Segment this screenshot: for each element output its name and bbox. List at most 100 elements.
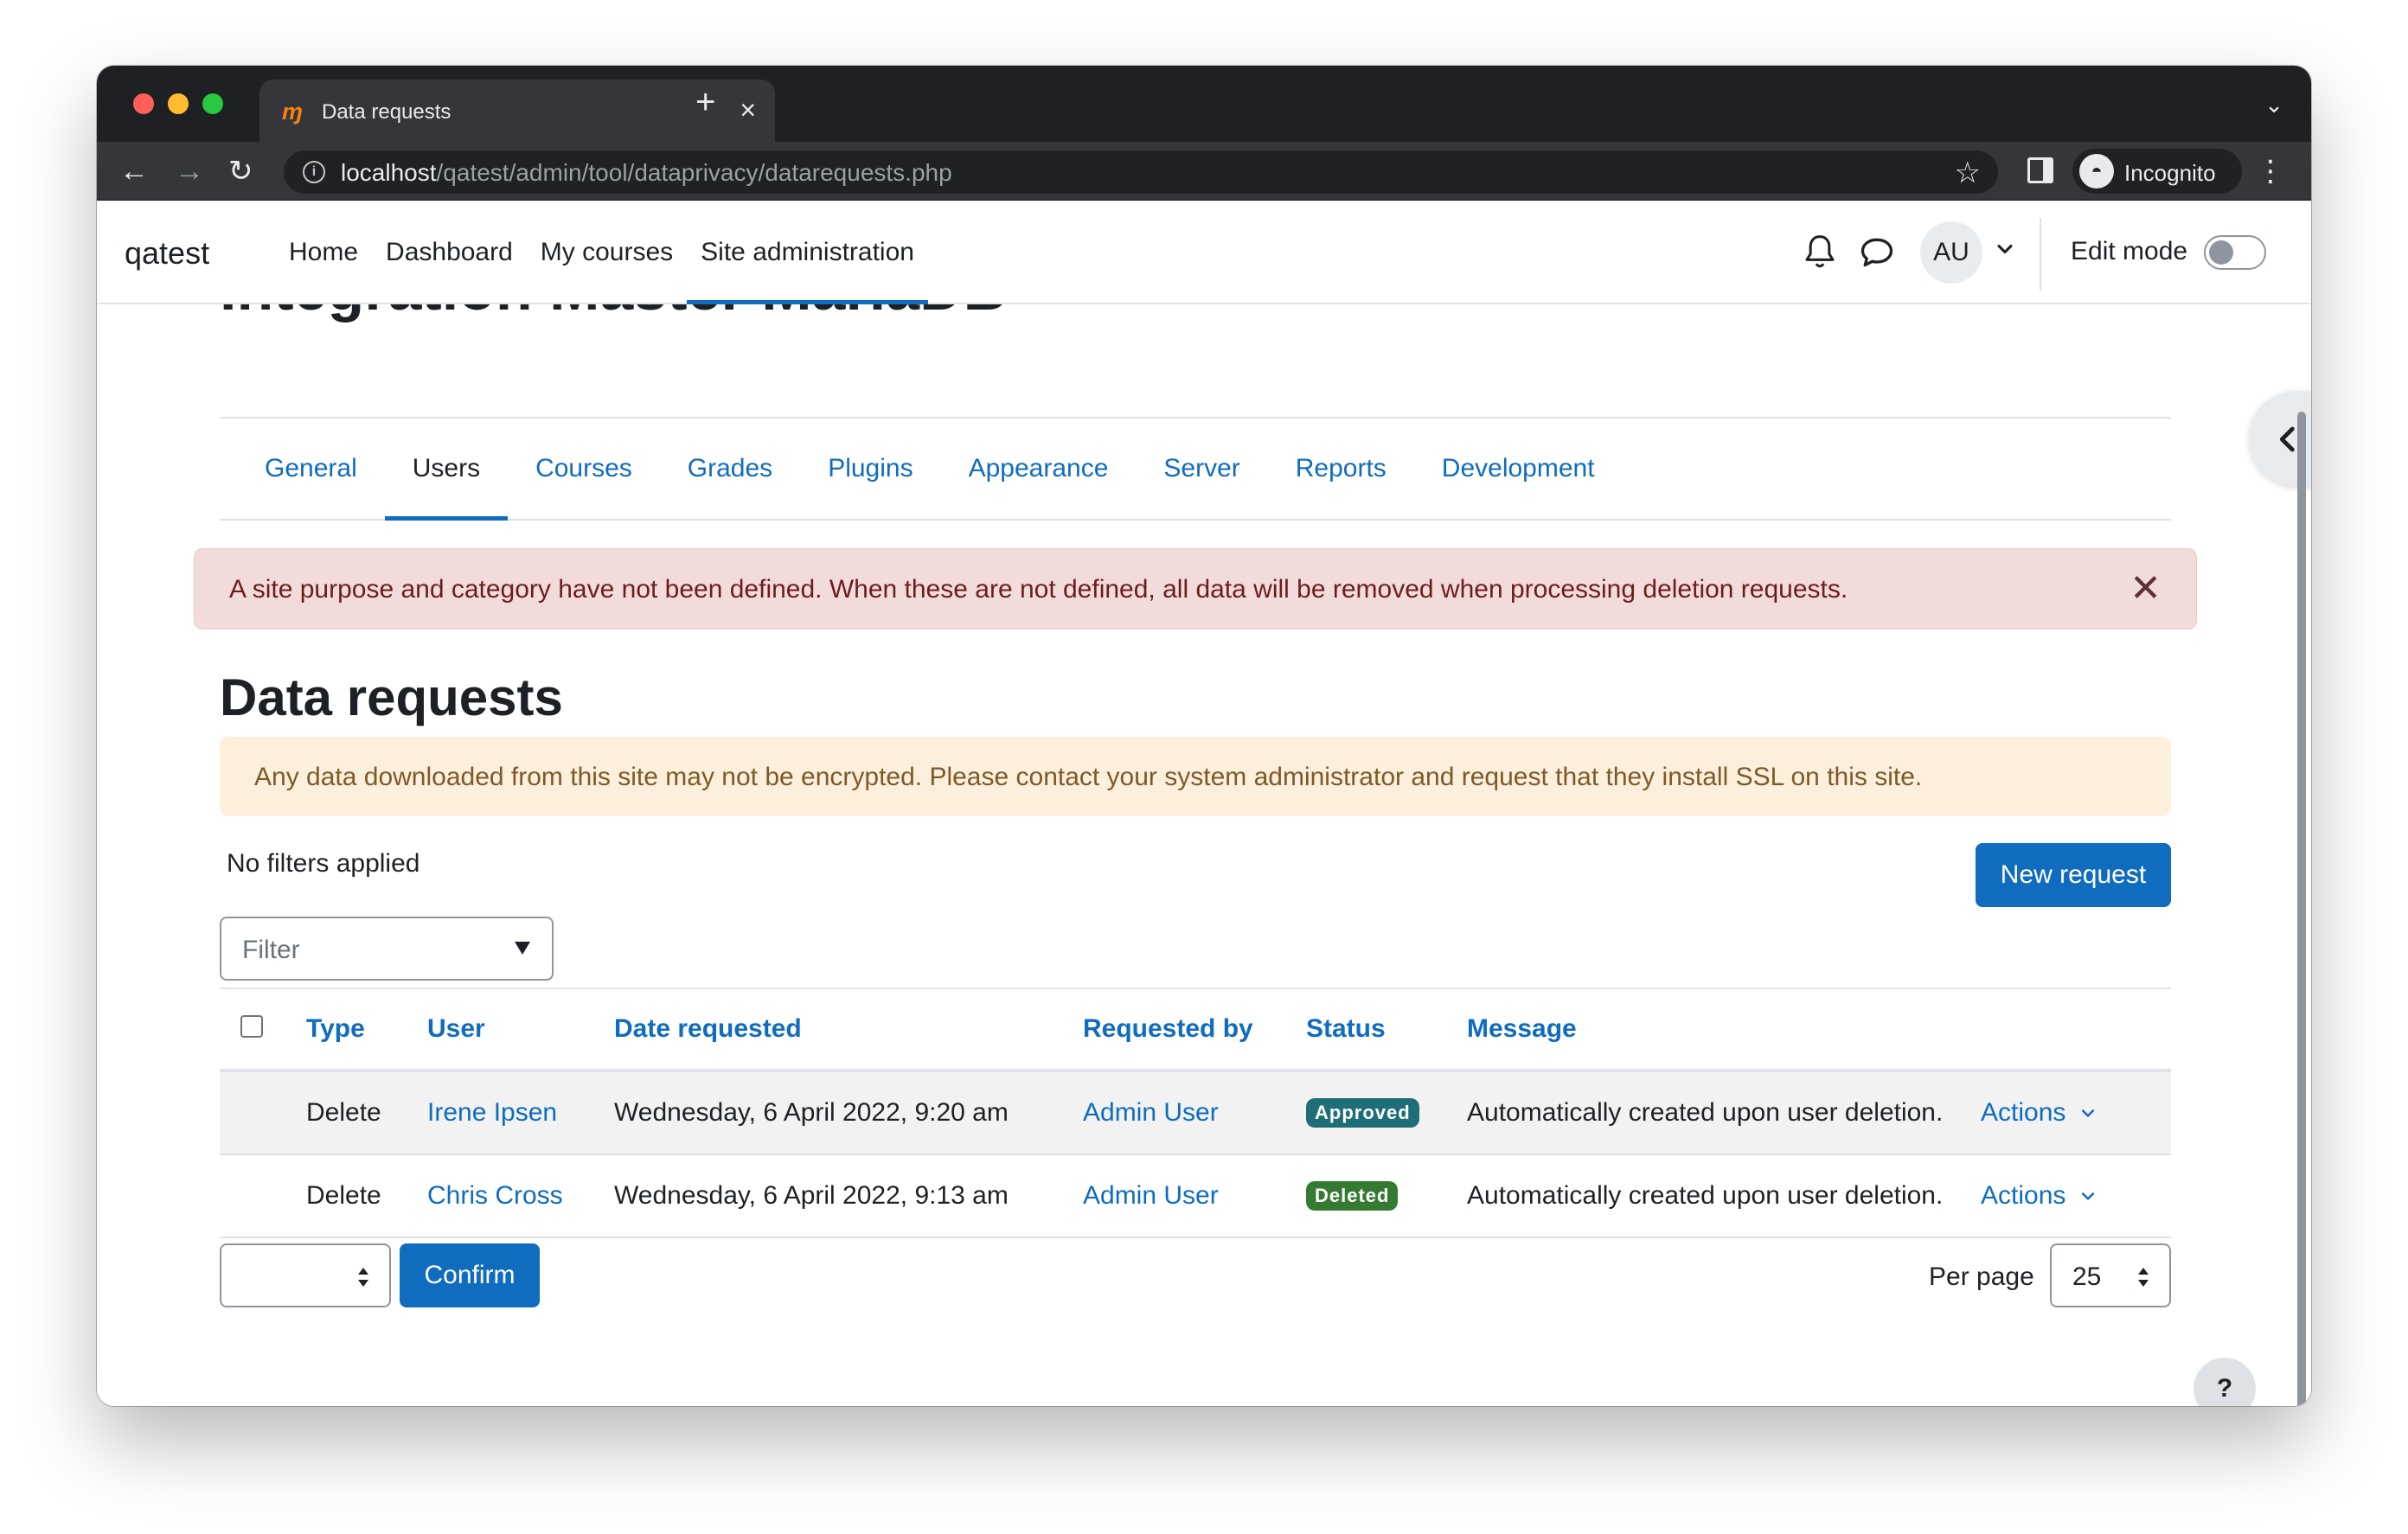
header-date-requested[interactable]: Date requested [614,989,802,1069]
browser-toolbar: ← → ↻ i localhost/qatest/admin/tool/data… [97,142,2311,201]
actions-label: Actions [1981,1098,2066,1127]
close-window-button[interactable] [133,93,154,114]
per-page-value: 25 [2072,1262,2102,1291]
bell-icon[interactable] [1803,233,1837,272]
row-status-cell: Approved [1306,1072,1419,1154]
filters-status: No filters applied [227,849,420,878]
forward-icon[interactable]: → [175,154,204,189]
alert-message: A site purpose and category have not bee… [229,575,1848,604]
tab-users[interactable]: Users [384,419,509,521]
tab-appearance[interactable]: Appearance [941,419,1137,519]
page-scrollbar[interactable] [2297,412,2306,1406]
new-tab-icon[interactable]: + [695,85,715,119]
row-actions-menu[interactable]: Actions [1981,1072,2097,1154]
tab-courses[interactable]: Courses [508,419,660,519]
close-icon[interactable]: ✕ [2129,568,2161,610]
incognito-icon: ◓ [2079,154,2114,189]
back-icon[interactable]: ← [119,154,149,189]
tab-development[interactable]: Development [1414,419,1623,519]
tab-general[interactable]: General [237,419,385,519]
star-icon[interactable]: ☆ [1955,156,1981,190]
select-arrows-icon [2138,1268,2149,1287]
messages-icon[interactable] [1858,233,1896,272]
header-message[interactable]: Message [1467,989,1577,1069]
dropdown-arrow-icon[interactable] [512,937,533,958]
status-badge: Approved [1306,1098,1419,1128]
edit-mode-toggle[interactable] [2204,235,2266,270]
address-bar[interactable]: i localhost/qatest/admin/tool/dataprivac… [284,150,1998,194]
minimize-window-button[interactable] [168,93,189,114]
site-brand[interactable]: qatest [125,235,209,272]
incognito-indicator[interactable]: ◓ Incognito [2072,149,2242,194]
per-page-label: Per page [1929,1262,2034,1291]
tab-server[interactable]: Server [1136,419,1267,519]
chevron-down-icon [2082,1192,2095,1200]
row-message: Automatically created upon user deletion… [1467,1181,1944,1210]
table-row: Delete Chris Cross Wednesday, 6 April 20… [220,1155,2171,1238]
row-status-cell: Deleted [1306,1155,1399,1237]
url-path: /qatest/admin/tool/dataprivacy/datareque… [436,159,952,186]
nav-home[interactable]: Home [275,201,372,304]
reload-icon[interactable]: ↻ [228,154,253,189]
nav-dashboard[interactable]: Dashboard [372,201,527,304]
row-requested-by-link[interactable]: Admin User [1083,1072,1219,1154]
filter-placeholder: Filter [242,936,300,964]
table-row: Delete Irene Ipsen Wednesday, 6 April 20… [220,1072,2171,1155]
edit-mode-label: Edit mode [2071,237,2188,265]
tab-plugins[interactable]: Plugins [800,419,940,519]
warning-message: Any data downloaded from this site may n… [254,763,1923,791]
incognito-label: Incognito [2124,160,2216,186]
row-date: Wednesday, 6 April 2022, 9:20 am [614,1098,1009,1127]
tab-strip: ɱ Data requests × + ⌄ [97,66,2311,142]
data-requests-table: Type User Date requested Requested by St… [220,988,2171,1238]
bulk-action-select[interactable] [220,1243,391,1307]
help-button[interactable]: ? [2193,1358,2256,1406]
primary-navigation: Home Dashboard My courses Site administr… [275,201,928,304]
actions-label: Actions [1981,1181,2066,1210]
user-avatar[interactable]: AU [1920,221,1982,284]
header-status[interactable]: Status [1306,989,1386,1069]
select-arrows-icon [358,1268,368,1287]
url-text: localhost/qatest/admin/tool/dataprivacy/… [341,159,952,187]
chevron-down-icon [2082,1109,2095,1117]
ssl-warning-alert: Any data downloaded from this site may n… [220,737,2171,816]
kebab-menu-icon[interactable]: ⋮ [2256,154,2285,189]
url-host: localhost [341,159,437,186]
select-all-checkbox[interactable] [240,1015,263,1038]
new-request-button[interactable]: New request [1976,843,2171,907]
close-tab-icon[interactable]: × [740,94,756,126]
row-type: Delete [306,1181,381,1210]
moodle-favicon-icon: ɱ [282,99,304,125]
confirm-button[interactable]: Confirm [400,1243,540,1307]
page-title: Data requests [220,668,563,726]
status-badge: Deleted [1306,1181,1399,1211]
site-purpose-alert: A site purpose and category have not bee… [194,548,2197,630]
header-user[interactable]: User [427,989,485,1069]
row-requested-by-link[interactable]: Admin User [1083,1155,1219,1237]
tab-title: Data requests [322,100,452,124]
nav-site-administration[interactable]: Site administration [687,201,928,304]
secondary-navigation: General Users Courses Grades Plugins App… [220,417,2171,521]
row-user-link[interactable]: Irene Ipsen [427,1072,557,1154]
table-header-row: Type User Date requested Requested by St… [220,988,2171,1072]
maximize-window-button[interactable] [202,93,223,114]
primary-navbar: qatest Home Dashboard My courses Site ad… [97,201,2311,304]
row-user-link[interactable]: Chris Cross [427,1155,563,1237]
header-type[interactable]: Type [306,989,365,1069]
per-page-select[interactable]: 25 [2050,1243,2171,1307]
info-icon[interactable]: i [303,161,325,183]
select-all-cell [240,989,263,1069]
filter-input[interactable]: Filter [220,917,554,981]
page-viewport: Integration Master MariaDB qatest Home D… [97,201,2311,1406]
tab-grades[interactable]: Grades [660,419,800,519]
side-panel-icon[interactable] [2027,157,2053,183]
chevron-down-icon[interactable] [1993,237,2017,261]
tab-reports[interactable]: Reports [1268,419,1414,519]
header-requested-by[interactable]: Requested by [1083,989,1253,1069]
tab-search-icon[interactable]: ⌄ [2264,92,2283,118]
row-date: Wednesday, 6 April 2022, 9:13 am [614,1181,1009,1210]
row-type: Delete [306,1098,381,1127]
nav-my-courses[interactable]: My courses [527,201,687,304]
row-actions-menu[interactable]: Actions [1981,1155,2097,1237]
row-message: Automatically created upon user deletion… [1467,1098,1944,1127]
